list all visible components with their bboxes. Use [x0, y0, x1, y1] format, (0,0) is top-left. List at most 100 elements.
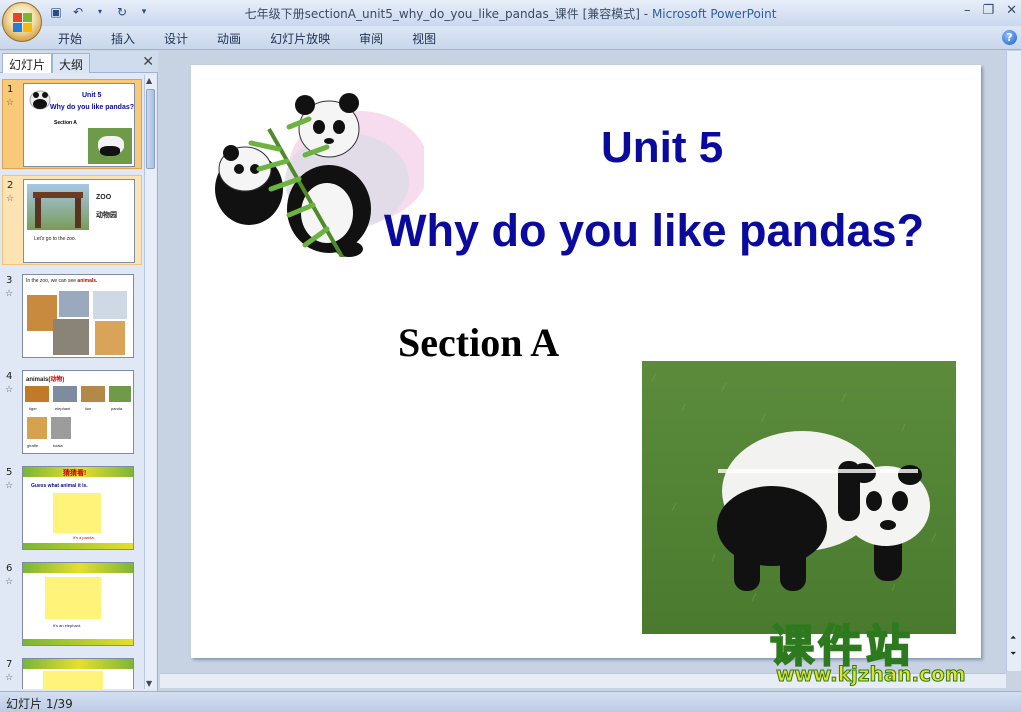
tab-animations[interactable]: 动画: [217, 30, 241, 47]
thumb-elephant-photo: [53, 386, 77, 402]
panel-tabs: 幻灯片 大纲 ✕: [0, 51, 158, 73]
panda-photo[interactable]: [642, 361, 956, 634]
slide-editing-area: Unit 5 Why do you like pandas? Section A: [160, 51, 1006, 691]
thumbnail-preview: It's an elephant.: [22, 562, 134, 646]
window-title: 七年级下册sectionA_unit5_why_do_you_like_pand…: [0, 5, 1021, 22]
title-bar: ▣ ↶ ▾ ↻ ▾ 七年级下册sectionA_unit5_why_do_you…: [0, 0, 1021, 26]
thumb-yellow-box: [53, 493, 101, 533]
tab-outline[interactable]: 大纲: [52, 53, 91, 73]
thumbnail-preview: [22, 658, 134, 689]
thumb-banner: 猜猜看!: [63, 470, 87, 477]
thumb-caption-b: animals.: [77, 278, 98, 284]
previous-slide-icon[interactable]: ⏶: [1010, 633, 1016, 643]
thumb-question: Guess what animal it is.: [31, 483, 88, 489]
tab-design[interactable]: 设计: [164, 30, 188, 47]
main-vertical-scrollbar[interactable]: ⏶ ⏷: [1006, 51, 1021, 671]
watermark-url: www.kjzhan.com: [776, 662, 967, 687]
scroll-up-icon[interactable]: ▲: [146, 76, 152, 85]
thumb-animal-photo: [53, 319, 89, 355]
thumb-bottom-band: [23, 543, 133, 549]
animation-star-icon: ☆: [5, 289, 14, 299]
thumb-caption: In the zoo, we can see animals.: [26, 278, 97, 284]
thumb-yellow-box: [43, 671, 103, 689]
thumb-koala-photo: [51, 417, 71, 439]
thumb-label: tiger: [29, 406, 37, 411]
slide-number: 7: [6, 659, 13, 670]
slide-subheading[interactable]: Why do you like pandas?: [384, 205, 924, 257]
thumb-zoo-cn: 动物园: [96, 212, 117, 219]
thumb-animal-photo: [93, 291, 127, 319]
slide-counter: 幻灯片 1/39: [6, 697, 73, 711]
thumb-animal-photo: [95, 321, 125, 355]
thumbnail-scrollbar[interactable]: ▲ ▼: [144, 75, 156, 689]
current-slide[interactable]: Unit 5 Why do you like pandas? Section A: [191, 65, 981, 658]
slide-number: 5: [6, 467, 13, 478]
app-name: Microsoft PowerPoint: [651, 7, 777, 21]
slide-number: 6: [6, 563, 13, 574]
tab-slides[interactable]: 幻灯片: [2, 53, 53, 73]
slide-thumbnail-7[interactable]: 7 ☆: [2, 655, 142, 689]
thumb-answer: It's a panda.: [73, 535, 95, 540]
window-controls: – ❐ ✕: [964, 3, 1017, 18]
restore-icon[interactable]: ❐: [982, 3, 994, 18]
thumbnail-preview: ZOO 动物园 Let's go to the zoo.: [23, 179, 135, 263]
thumb-label: elephant: [55, 406, 71, 411]
close-panel-icon[interactable]: ✕: [142, 54, 154, 70]
slide-thumbnail-1[interactable]: 1 ☆ Unit 5 Why do you like pandas? Secti…: [2, 79, 142, 169]
slide-thumbnail-2[interactable]: 2 ☆ ZOO 动物园 Let's go to the zoo.: [2, 175, 142, 265]
slide-heading[interactable]: Unit 5: [601, 123, 723, 173]
thumb-yellow-box: [45, 577, 101, 619]
thumbnail-preview: Unit 5 Why do you like pandas? Section A: [23, 83, 135, 167]
thumb-panda-photo: [88, 128, 132, 164]
thumb-top-band: [23, 563, 133, 573]
thumb-caption: Let's go to the zoo.: [34, 236, 77, 242]
slide-thumbnail-4[interactable]: 4 ☆ animals(动物) tiger elephant lion pand…: [2, 367, 142, 457]
thumb-caption-b: 动物): [50, 377, 65, 383]
thumb-label: giraffe: [27, 443, 39, 448]
animation-star-icon: ☆: [6, 98, 15, 108]
tab-review[interactable]: 审阅: [359, 30, 383, 47]
slide-section-label[interactable]: Section A: [398, 319, 559, 366]
slide-thumbnail-6[interactable]: 6 ☆ It's an elephant.: [2, 559, 142, 649]
status-bar: 幻灯片 1/39: [0, 691, 1021, 712]
animation-star-icon: ☆: [5, 385, 14, 395]
thumb-caption-a: animals(: [26, 377, 51, 383]
close-window-icon[interactable]: ✕: [1006, 3, 1017, 18]
help-icon[interactable]: ?: [1002, 30, 1017, 45]
office-logo-icon: [13, 13, 33, 33]
slide-thumbnail-3[interactable]: 3 ☆ In the zoo, we can see animals.: [2, 271, 142, 361]
tab-slideshow[interactable]: 幻灯片放映: [270, 30, 330, 47]
thumb-caption: animals(动物): [26, 374, 64, 383]
scrollbar-thumb[interactable]: [146, 89, 155, 169]
slide-number: 3: [6, 275, 13, 286]
thumb-top-band: [23, 659, 133, 669]
thumb-label: lion: [85, 406, 92, 411]
title-separator: -: [639, 7, 652, 21]
tab-view[interactable]: 视图: [412, 30, 436, 47]
watermark-logo: 课件站 www.kjzhan.com: [769, 610, 1010, 690]
office-button[interactable]: [2, 2, 42, 42]
slides-panel: 幻灯片 大纲 ✕ 1 ☆ Unit 5 Why do you like pand…: [0, 51, 158, 691]
thumb-caption-a: In the zoo, we can see: [26, 278, 78, 284]
minimize-icon[interactable]: –: [964, 3, 971, 18]
thumb-panda-photo: [109, 386, 131, 402]
thumbnail-preview: animals(动物) tiger elephant lion panda gi…: [22, 370, 134, 454]
thumb-subtitle: Why do you like pandas?: [50, 104, 135, 111]
slide-number: 1: [7, 84, 14, 95]
thumb-section: Section A: [54, 120, 77, 126]
thumb-tiger-photo: [25, 386, 49, 402]
thumb-bottom-band: [23, 639, 133, 645]
scroll-down-icon[interactable]: ▼: [146, 679, 152, 688]
thumb-lion-photo: [81, 386, 105, 402]
thumb-title: Unit 5: [82, 92, 102, 99]
thumbnail-preview: 猜猜看! Guess what animal it is. It's a pan…: [22, 466, 134, 550]
ribbon-tabs: 开始 插入 设计 动画 幻灯片放映 审阅 视图 ?: [0, 26, 1021, 50]
tab-home[interactable]: 开始: [58, 30, 82, 47]
thumb-zoo-label: ZOO: [96, 194, 112, 201]
thumbnail-preview: In the zoo, we can see animals.: [22, 274, 134, 358]
animation-star-icon: ☆: [5, 481, 14, 491]
tab-insert[interactable]: 插入: [111, 30, 135, 47]
next-slide-icon[interactable]: ⏷: [1010, 649, 1016, 659]
thumbnail-list: 1 ☆ Unit 5 Why do you like pandas? Secti…: [0, 75, 145, 689]
slide-thumbnail-5[interactable]: 5 ☆ 猜猜看! Guess what animal it is. It's a…: [2, 463, 142, 553]
